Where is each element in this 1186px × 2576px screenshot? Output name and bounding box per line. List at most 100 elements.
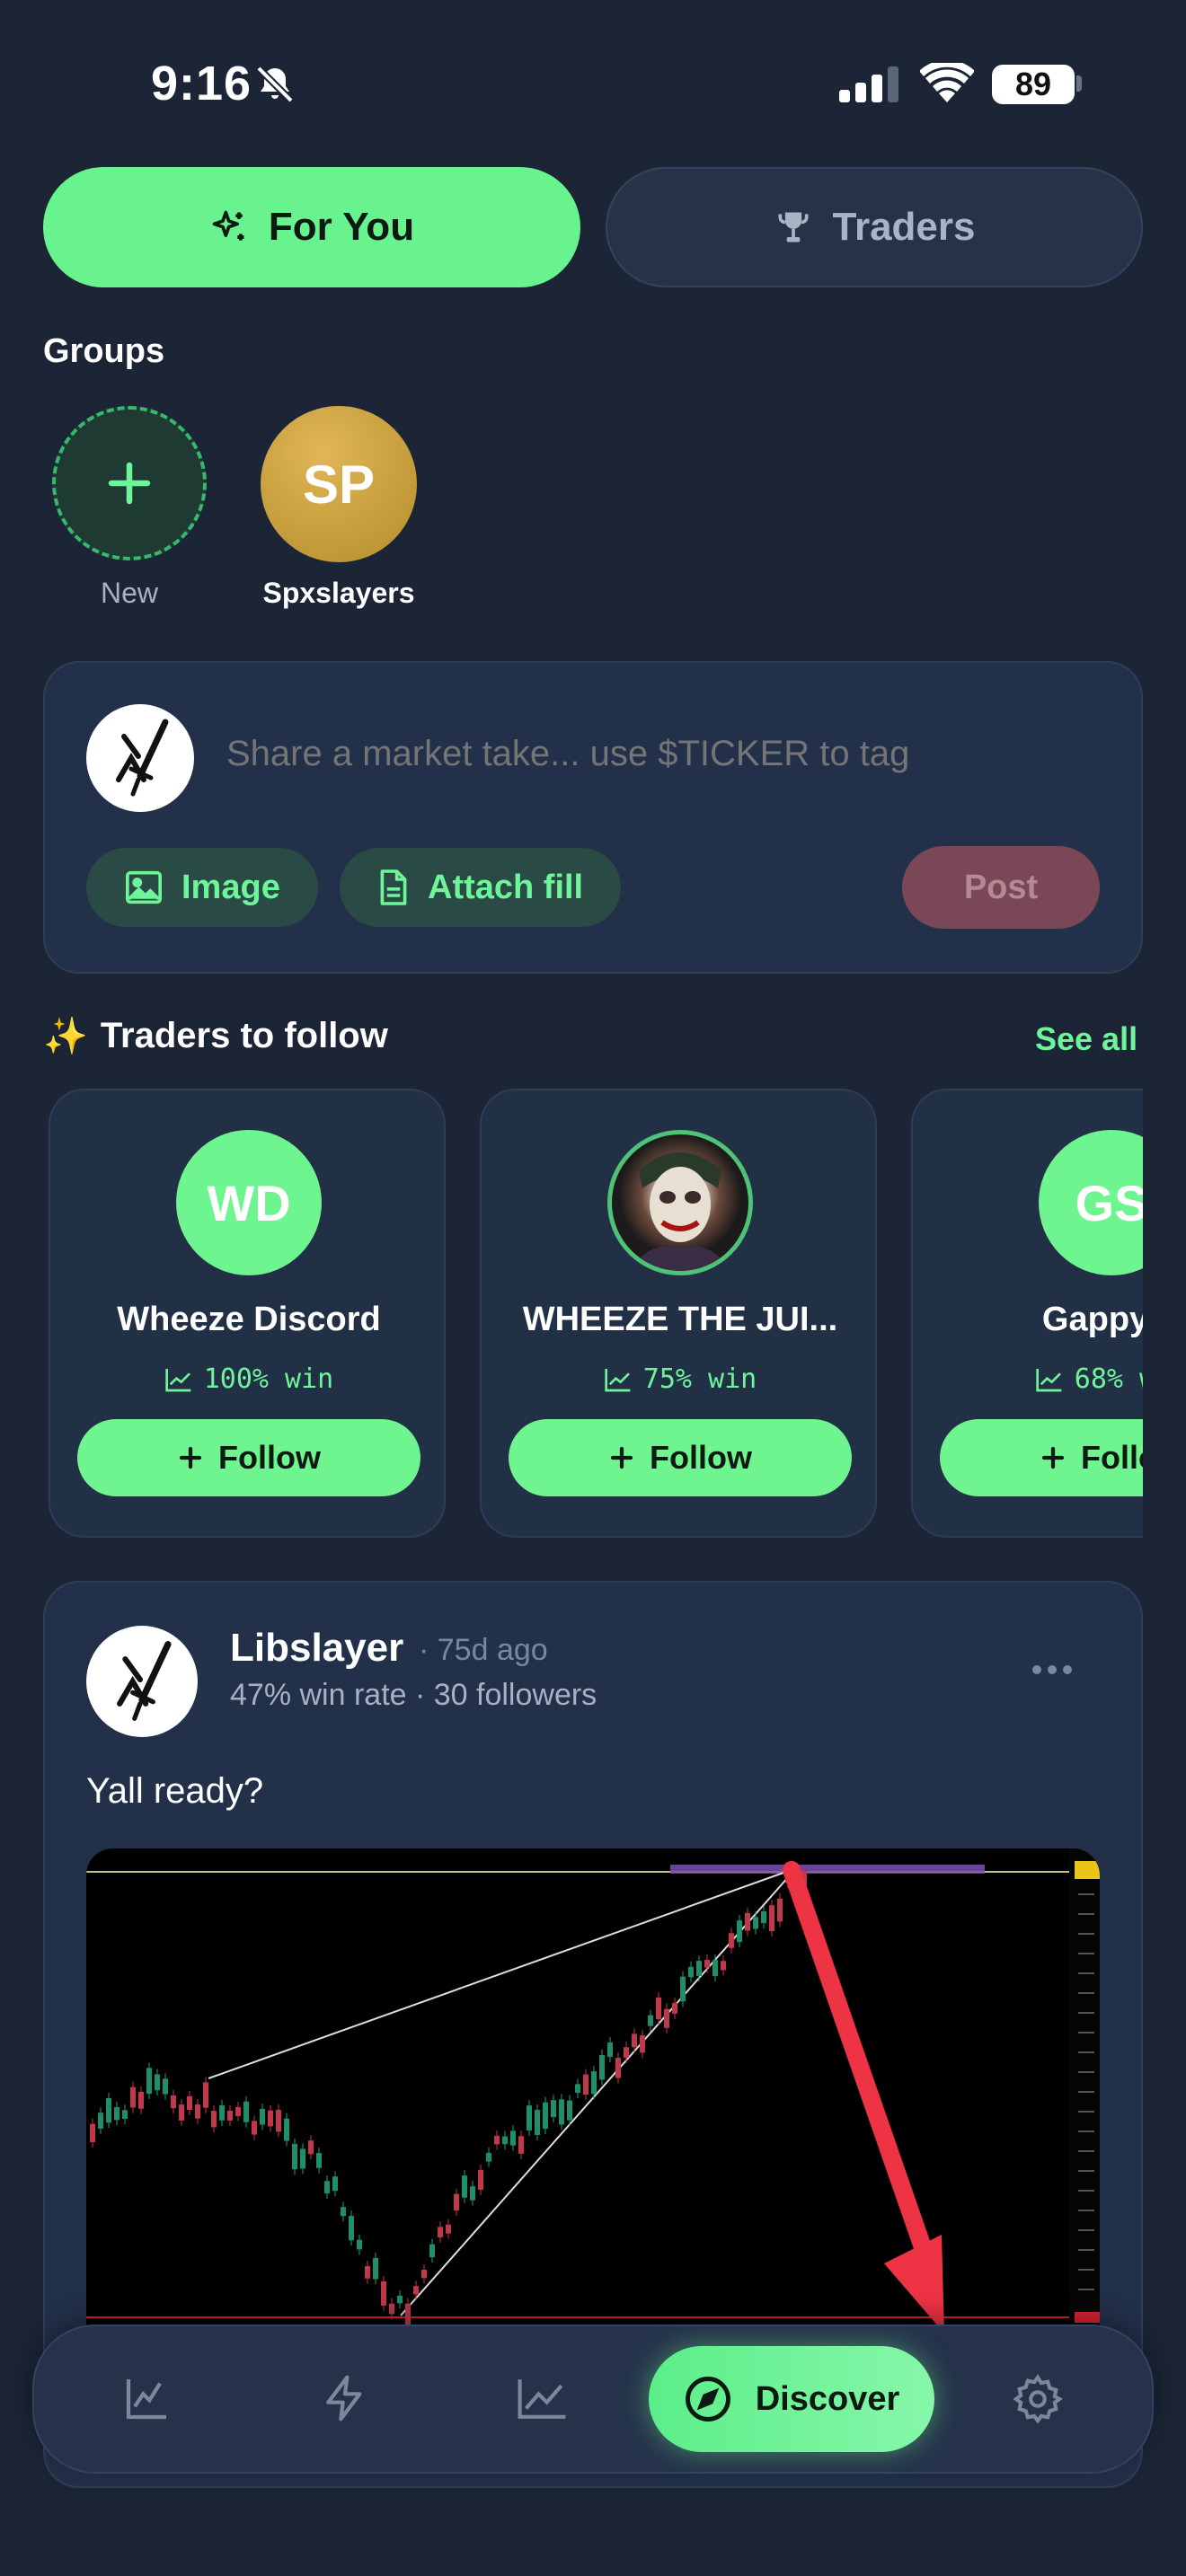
candle-body [227, 2110, 233, 2121]
composer-input[interactable] [226, 729, 1071, 778]
follow-label: Follow [218, 1439, 321, 1476]
candle-body [413, 2286, 419, 2295]
price-tick [1078, 2071, 1094, 2073]
candle-body [648, 2015, 653, 2026]
plus-icon [102, 456, 156, 510]
price-tick [1078, 2249, 1094, 2251]
plus-icon [608, 1444, 635, 1471]
candle-body [130, 2086, 136, 2108]
candle-body [680, 1976, 686, 2002]
bell-muted-icon [253, 63, 296, 106]
attach-image-button[interactable]: Image [86, 848, 318, 927]
tab-for-you-label: For You [268, 205, 415, 249]
post-author-avatar[interactable] [86, 1626, 198, 1737]
candle-body [591, 2071, 597, 2095]
trader-card[interactable]: WD Wheeze Discord 100% win Follow [49, 1089, 446, 1538]
price-tick [1078, 2051, 1094, 2053]
price-tick [1078, 2150, 1094, 2152]
candle-body [624, 2047, 629, 2058]
nav-discover-button[interactable]: Discover [649, 2346, 934, 2452]
candle-body [381, 2280, 386, 2307]
nav-trending-chart-icon[interactable] [516, 2373, 570, 2423]
traders-carousel[interactable]: WD Wheeze Discord 100% win Follow WHEEZE… [0, 1078, 1143, 1554]
nav-settings-gear-icon[interactable] [1012, 2373, 1064, 2425]
price-tick [1078, 2091, 1094, 2093]
trader-avatar: GS [1039, 1130, 1143, 1275]
candle-body [737, 1920, 742, 1943]
cellular-signal-icon [839, 66, 900, 102]
price-tick [1078, 1933, 1094, 1935]
image-icon [124, 869, 164, 905]
candle-body [122, 2110, 128, 2119]
candle-body [696, 1961, 702, 1976]
group-avatar-spxslayers[interactable]: SP [261, 406, 417, 562]
candle-body [421, 2269, 427, 2279]
status-time: 9:16 [151, 57, 252, 110]
new-group-button[interactable] [52, 406, 207, 560]
document-icon [377, 868, 410, 907]
trader-card[interactable]: GS Gappy S 68% win Follow [911, 1089, 1143, 1538]
attach-fill-button[interactable]: Attach fill [340, 848, 622, 927]
see-all-link[interactable]: See all [1035, 1020, 1137, 1058]
tab-traders[interactable]: Traders [606, 167, 1143, 287]
candle-body [324, 2181, 330, 2194]
candle-body [90, 2123, 95, 2143]
price-tick [1078, 2130, 1094, 2132]
candle-body [292, 2143, 297, 2170]
candle-body [656, 1997, 661, 2020]
tab-for-you[interactable]: For You [43, 167, 580, 287]
candle-body [502, 2136, 508, 2145]
candle-body [761, 1911, 766, 1924]
candle-body [171, 2095, 176, 2109]
follow-button[interactable]: Follow [940, 1419, 1143, 1496]
more-options-icon[interactable] [1031, 1663, 1073, 1676]
price-tick [1078, 2229, 1094, 2231]
candle-body [640, 2035, 645, 2053]
plus-icon [177, 1444, 204, 1471]
follow-button[interactable]: Follow [77, 1419, 420, 1496]
post-button[interactable]: Post [902, 846, 1100, 929]
candle-body [341, 2207, 346, 2217]
trend-up-icon [164, 1366, 193, 1393]
candle-body [721, 1961, 726, 1971]
candle-body [729, 1933, 734, 1948]
group-initials: SP [302, 454, 376, 515]
candle-body [163, 2078, 168, 2095]
battery-indicator: 89 [992, 65, 1075, 104]
candle-body [704, 1959, 710, 1968]
candle-body [769, 1905, 774, 1932]
candle-body [389, 2303, 394, 2315]
follow-button[interactable]: Follow [509, 1419, 852, 1496]
nav-lightning-icon[interactable] [320, 2373, 370, 2423]
price-tick [1078, 1893, 1094, 1895]
candle-body [211, 2111, 217, 2128]
price-tick [1078, 2289, 1094, 2290]
trend-up-icon [1035, 1366, 1064, 1393]
win-text: 68% win [1074, 1363, 1143, 1395]
trader-avatar: WD [176, 1130, 322, 1275]
candle-body [365, 2265, 370, 2279]
candle-body [527, 2105, 532, 2130]
trader-name: WHEEZE THE JUI... [522, 1301, 838, 1338]
candle-body [284, 2118, 289, 2141]
battery-tip [1076, 75, 1082, 92]
sparkles-emoji: ✨ [43, 1017, 88, 1056]
candle-body [486, 2152, 491, 2162]
compass-icon [684, 2375, 732, 2423]
trader-card[interactable]: WHEEZE THE JUI... 75% win Follow [480, 1089, 877, 1538]
price-tick [1078, 2269, 1094, 2271]
candle-body [260, 2108, 265, 2125]
candle-body [470, 2186, 475, 2201]
post-image-chart[interactable] [86, 1848, 1100, 2333]
candle-body [373, 2257, 378, 2280]
win-text: 75% win [642, 1363, 757, 1395]
image-label: Image [181, 868, 280, 906]
candle-body [607, 2042, 613, 2058]
candle-body [688, 1966, 694, 1978]
nav-portfolio-chart-icon[interactable] [122, 2373, 173, 2423]
post-author-name[interactable]: Libslayer [230, 1626, 403, 1671]
plus-icon [1040, 1444, 1067, 1471]
trend-up-icon [604, 1366, 633, 1393]
candle-body [179, 2104, 184, 2121]
candle-body [219, 2105, 225, 2121]
